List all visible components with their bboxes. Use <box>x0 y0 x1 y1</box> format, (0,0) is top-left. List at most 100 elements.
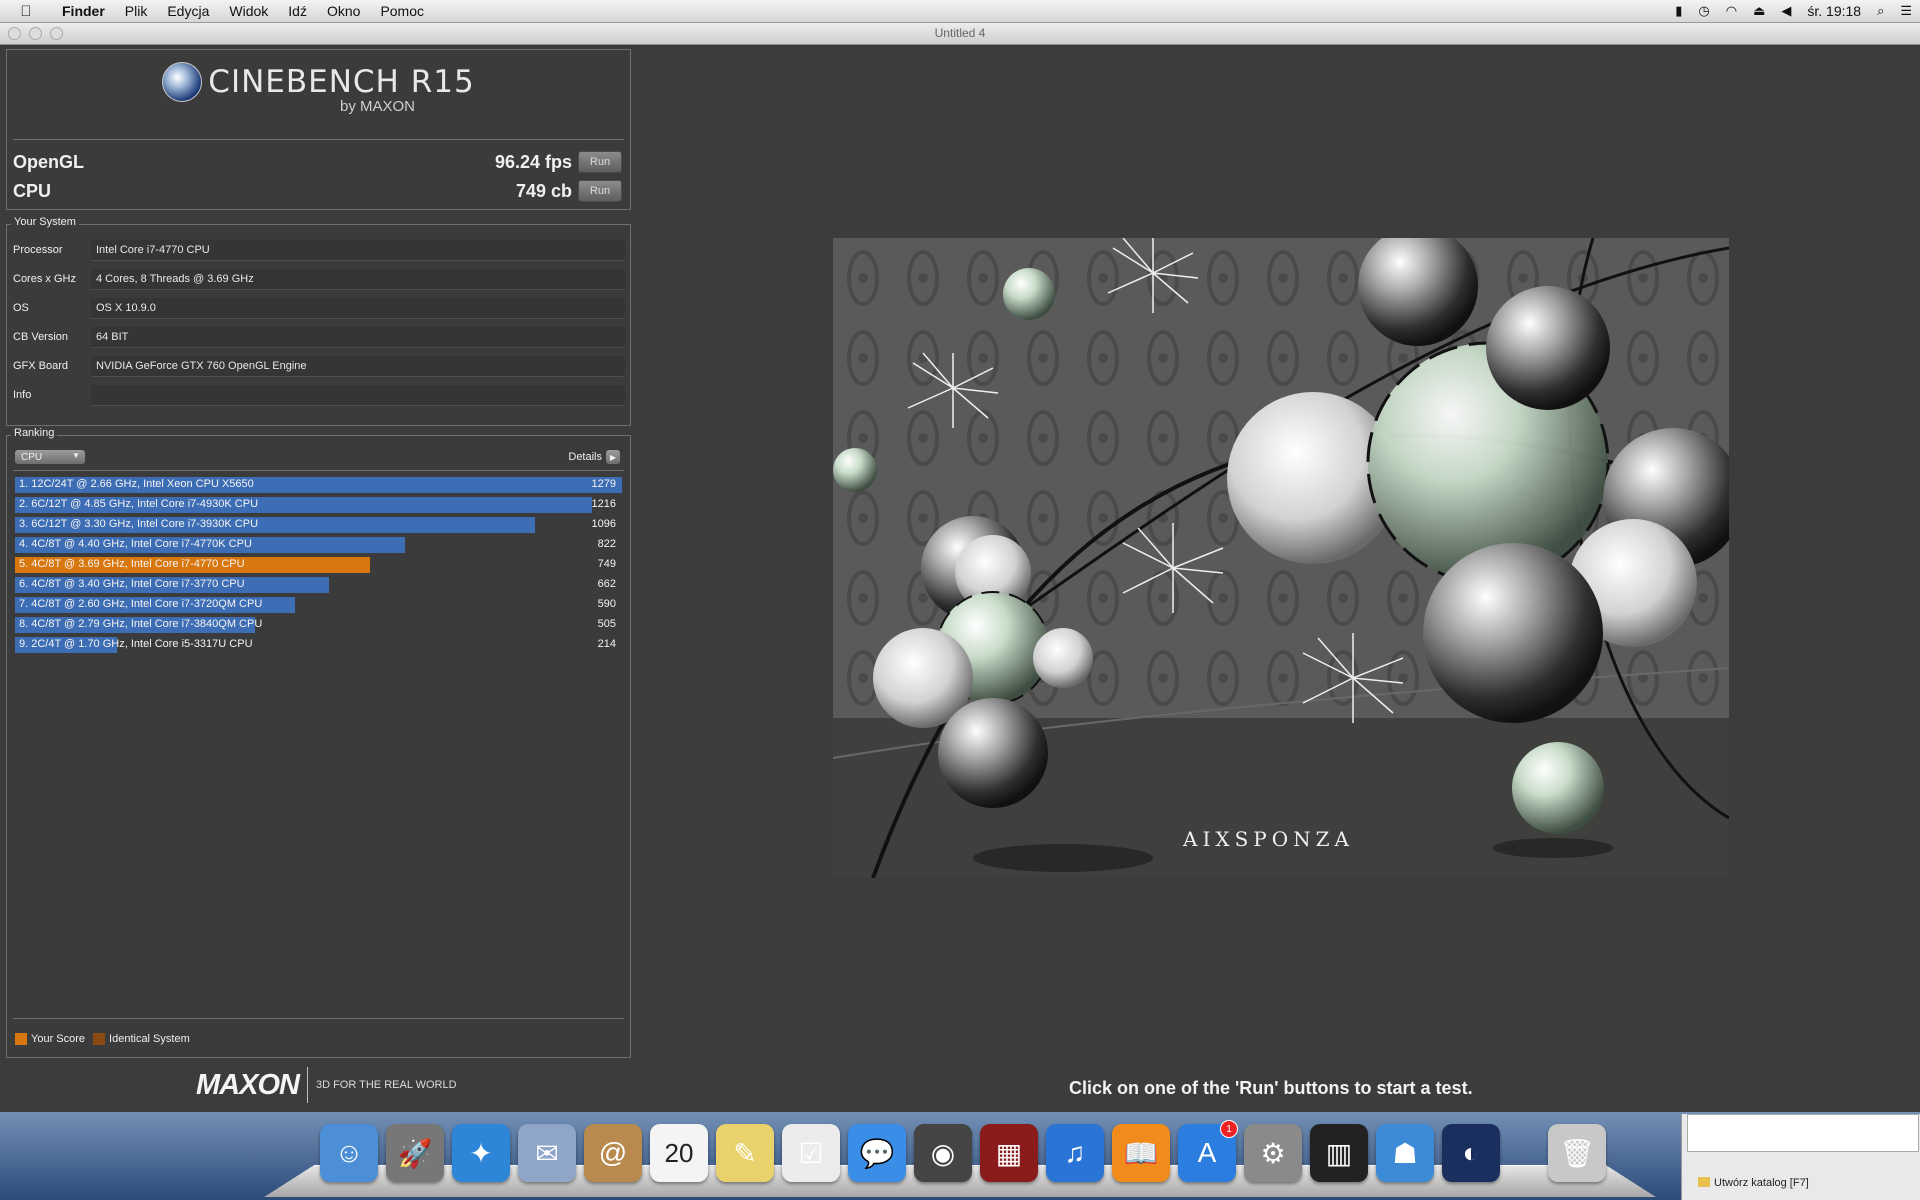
menu-widok[interactable]: Widok <box>219 3 278 19</box>
notification-badge: 1 <box>1220 1120 1238 1138</box>
menu-idz[interactable]: Idź <box>278 3 317 19</box>
ranking-row[interactable]: 1. 12C/24T @ 2.66 GHz, Intel Xeon CPU X5… <box>15 477 622 493</box>
notes-icon[interactable]: ✎ <box>716 1124 774 1182</box>
itunes-icon[interactable]: ♫ <box>1046 1124 1104 1182</box>
garageband-icon[interactable]: ▥ <box>1310 1124 1368 1182</box>
cpu-run-button[interactable]: Run <box>578 180 622 202</box>
divider <box>13 1018 624 1019</box>
ranking-label: 4. 4C/8T @ 4.40 GHz, Intel Core i7-4770K… <box>19 538 252 550</box>
mail-icon[interactable]: ✉ <box>518 1124 576 1182</box>
ranking-score: 662 <box>597 578 616 590</box>
ranking-type-select[interactable]: CPU ▼ <box>15 450 85 464</box>
system-row-processor: Processor Intel Core i7-4770 CPU <box>13 239 625 261</box>
calendar-icon[interactable]: 20 <box>650 1124 708 1182</box>
new-folder-button[interactable]: Utwórz katalog [F7] <box>1714 1177 1809 1189</box>
launchpad-icon[interactable]: 🚀 <box>386 1124 444 1182</box>
ranking-title: Ranking <box>11 427 58 439</box>
ranking-panel: Ranking CPU ▼ Details ▶ 1. 12C/24T @ 2.6… <box>6 427 631 1058</box>
score-panel: CINEBENCH R15 by MAXON OpenGL 96.24 fps … <box>6 49 631 210</box>
ranking-label: 9. 2C/4T @ 1.70 GHz, Intel Core i5-3317U… <box>19 638 253 650</box>
ranking-row[interactable]: 5. 4C/8T @ 3.69 GHz, Intel Core i7-4770 … <box>15 557 622 573</box>
ranking-score: 822 <box>597 538 616 550</box>
contacts-icon[interactable]: @ <box>584 1124 642 1182</box>
system-row-cores: Cores x GHz 4 Cores, 8 Threads @ 3.69 GH… <box>13 268 625 290</box>
ranking-label: 1. 12C/24T @ 2.66 GHz, Intel Xeon CPU X5… <box>19 478 254 490</box>
menu-edycja[interactable]: Edycja <box>157 3 219 19</box>
system-row-os: OS OS X 10.9.0 <box>13 297 625 319</box>
system-row-info: Info <box>13 384 625 406</box>
run-hint-text: Click on one of the 'Run' buttons to sta… <box>1069 1078 1473 1098</box>
ranking-score: 1216 <box>591 498 616 510</box>
menu-pomoc[interactable]: Pomoc <box>370 3 434 19</box>
spotlight-search-icon[interactable]: ⌕ <box>1877 3 1884 19</box>
time-machine-icon[interactable]: ◷ <box>1698 3 1709 19</box>
facetime-icon[interactable]: ◉ <box>914 1124 972 1182</box>
ranking-row[interactable]: 9. 2C/4T @ 1.70 GHz, Intel Core i5-3317U… <box>15 637 622 653</box>
wifi-icon[interactable]: ◠ <box>1726 3 1737 19</box>
cinebench-window: CINEBENCH R15 by MAXON OpenGL 96.24 fps … <box>0 45 1920 1112</box>
ibooks-icon[interactable]: 📖 <box>1112 1124 1170 1182</box>
reminders-icon[interactable]: ☑ <box>782 1124 840 1182</box>
maxon-tagline: 3D FOR THE REAL WORLD <box>315 1079 457 1091</box>
info-field[interactable] <box>91 384 625 406</box>
menu-plik[interactable]: Plik <box>115 3 158 19</box>
ranking-list: 1. 12C/24T @ 2.66 GHz, Intel Xeon CPU X5… <box>15 477 622 657</box>
system-value: Intel Core i7-4770 CPU <box>91 239 625 261</box>
ranking-label: 6. 4C/8T @ 3.40 GHz, Intel Core i7-3770 … <box>19 578 245 590</box>
details-toggle[interactable]: Details ▶ <box>568 450 620 464</box>
system-value: OS X 10.9.0 <box>91 297 625 319</box>
cpu-label: CPU <box>13 180 52 201</box>
system-key: GFX Board <box>13 360 69 372</box>
trash-icon[interactable]: 🗑 <box>1548 1124 1606 1182</box>
render-watermark: AIXSPONZA <box>1182 827 1354 851</box>
app-store-icon[interactable]: A1 <box>1178 1120 1238 1182</box>
dock: ☺ 🚀 ✦ ✉ @20 ✎ ☑ 💬 ◉ ▦ ♫ 📖 A 1 ⚙ ▥ ☗ ◐ 🗑 <box>264 1114 1656 1200</box>
your-score-swatch <box>15 1033 27 1045</box>
ranking-row[interactable]: 6. 4C/8T @ 3.40 GHz, Intel Core i7-3770 … <box>15 577 622 593</box>
menu-finder[interactable]: Finder <box>52 3 115 19</box>
eject-icon[interactable]: ⏏ <box>1753 3 1765 19</box>
ranking-row[interactable]: 8. 4C/8T @ 2.79 GHz, Intel Core i7-3840Q… <box>15 617 622 633</box>
messages-icon[interactable]: 💬 <box>848 1124 906 1182</box>
photo-booth-icon[interactable]: ▦ <box>980 1124 1038 1182</box>
opengl-score-row: OpenGL 96.24 fps Run <box>13 150 622 174</box>
apple-menu-icon[interactable]:  <box>0 3 52 20</box>
divider <box>13 470 624 471</box>
opengl-run-button[interactable]: Run <box>578 151 622 173</box>
ranking-row[interactable]: 2. 6C/12T @ 4.85 GHz, Intel Core i7-4930… <box>15 497 622 513</box>
ranking-label: 8. 4C/8T @ 2.79 GHz, Intel Core i7-3840Q… <box>19 618 263 630</box>
divider <box>13 139 624 140</box>
ranking-label: 5. 4C/8T @ 3.69 GHz, Intel Core i7-4770 … <box>19 558 245 570</box>
identical-system-swatch <box>93 1033 106 1045</box>
details-label: Details <box>568 451 602 463</box>
maxon-brand: MAXON <box>196 1067 308 1103</box>
network-icon[interactable]: ☗ <box>1376 1124 1434 1182</box>
safari-icon[interactable]: ✦ <box>452 1124 510 1182</box>
system-preferences-icon[interactable]: ⚙ <box>1244 1124 1302 1182</box>
ranking-row[interactable]: 7. 4C/8T @ 2.60 GHz, Intel Core i7-3720Q… <box>15 597 622 613</box>
cinebench-icon[interactable]: ◐ <box>1442 1124 1500 1182</box>
legend-identical-system: Identical System <box>109 1033 190 1045</box>
logo-by-maxon: by MAXON <box>339 98 415 115</box>
system-row-cb-version: CB Version 64 BIT <box>13 326 625 348</box>
volume-icon[interactable]: ◀ <box>1781 3 1791 19</box>
system-value: 4 Cores, 8 Threads @ 3.69 GHz <box>91 268 625 290</box>
menu-okno[interactable]: Okno <box>317 3 370 19</box>
ranking-score: 1279 <box>591 478 616 490</box>
ranking-row[interactable]: 3. 6C/12T @ 3.30 GHz, Intel Core i7-3930… <box>15 517 622 533</box>
dock-icons: ☺ 🚀 ✦ ✉ @20 ✎ ☑ 💬 ◉ ▦ ♫ 📖 A 1 ⚙ ▥ ☗ ◐ 🗑 <box>320 1120 1606 1182</box>
window-title: Untitled 4 <box>934 26 986 40</box>
system-key: Info <box>13 389 32 401</box>
ranking-score: 1096 <box>591 518 616 530</box>
notification-center-icon[interactable]: ☰ <box>1900 3 1912 19</box>
chevron-right-icon[interactable]: ▶ <box>606 450 620 464</box>
menu-bar:  Finder Plik Edycja Widok Idź Okno Pomo… <box>0 0 1920 23</box>
menu-clock[interactable]: śr. 19:18 <box>1807 3 1861 19</box>
ranking-type-value: CPU <box>21 451 43 463</box>
cpu-score-row: CPU 749 cb Run <box>13 179 622 203</box>
ranking-row[interactable]: 4. 4C/8T @ 4.40 GHz, Intel Core i7-4770K… <box>15 537 622 553</box>
ranking-score: 505 <box>597 618 616 630</box>
finder-icon[interactable]: ☺ <box>320 1124 378 1182</box>
folder-icon <box>1698 1177 1710 1187</box>
battery-icon[interactable]: ▮ <box>1675 3 1682 19</box>
